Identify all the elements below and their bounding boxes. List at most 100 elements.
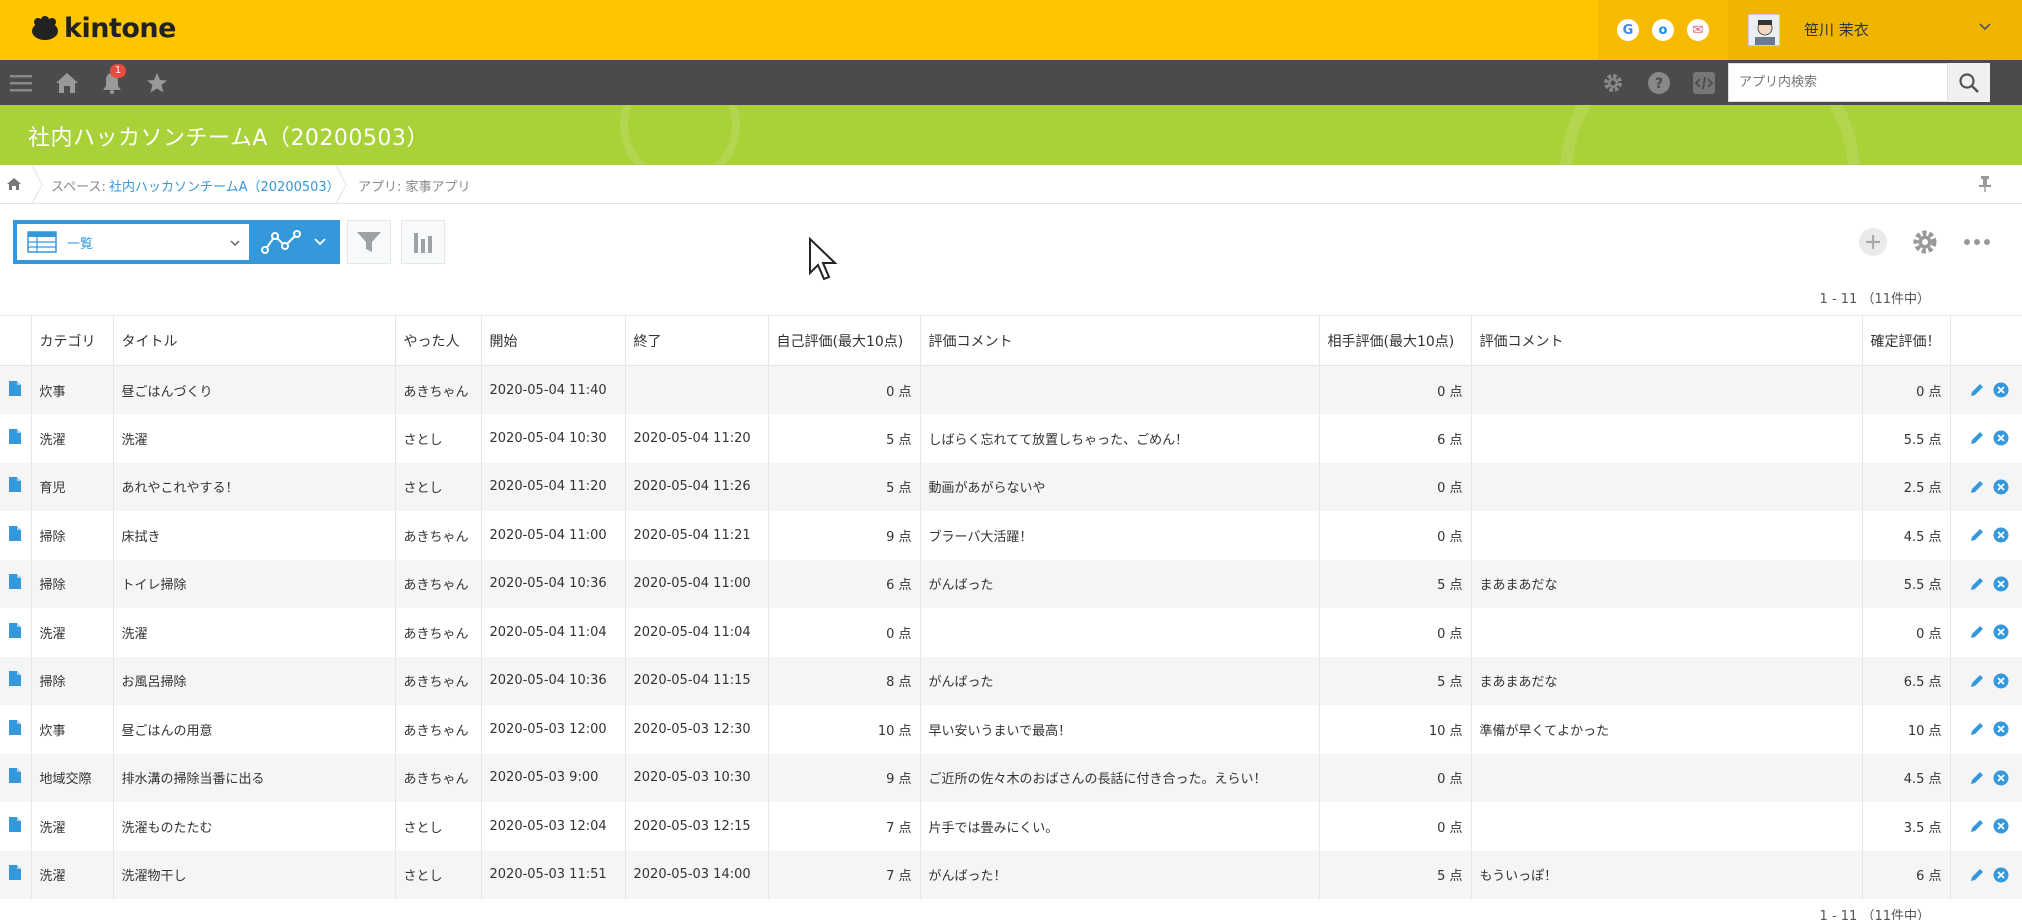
header-partner-score[interactable]: 相手評価(最大10点) — [1319, 315, 1472, 366]
header-self-comment[interactable]: 評価コメント — [920, 315, 1320, 366]
svg-text:?: ? — [1655, 76, 1663, 92]
document-icon[interactable] — [9, 719, 22, 735]
mail-service-icon[interactable]: ✉ — [1687, 19, 1709, 41]
gear-icon[interactable] — [1601, 71, 1625, 95]
delete-icon[interactable] — [1993, 479, 2009, 495]
record-detail-cell[interactable] — [0, 850, 32, 899]
help-icon[interactable]: ? — [1647, 71, 1671, 95]
delete-icon[interactable] — [1993, 527, 2009, 543]
table-row[interactable]: 掃除 お風呂掃除 あきちゃん 2020-05-04 10:36 2020-05-04 1… — [0, 656, 2022, 705]
delete-icon[interactable] — [1993, 576, 2009, 592]
document-icon[interactable] — [9, 525, 22, 541]
document-icon[interactable] — [9, 380, 22, 396]
table-row[interactable]: 地域交際 排水溝の掃除当番に出る あきちゃん 2020-05-03 9:00 2020-… — [0, 753, 2022, 802]
delete-icon[interactable] — [1993, 624, 2009, 640]
record-detail-cell[interactable] — [0, 705, 32, 754]
document-icon[interactable] — [9, 671, 22, 687]
view-selector[interactable]: 一覧 — [13, 220, 253, 264]
header-doer[interactable]: やった人 — [395, 315, 482, 366]
edit-pencil-icon[interactable] — [1969, 382, 1985, 398]
app-settings-icon[interactable] — [1910, 227, 1940, 257]
delete-icon[interactable] — [1993, 430, 2009, 446]
edit-pencil-icon[interactable] — [1969, 818, 1985, 834]
record-detail-cell[interactable] — [0, 802, 32, 851]
edit-pencil-icon[interactable] — [1969, 576, 1985, 592]
add-record-icon[interactable] — [1858, 227, 1888, 257]
header-category[interactable]: カテゴリ — [31, 315, 114, 366]
chevron-down-icon — [1979, 23, 1991, 31]
record-detail-cell[interactable] — [0, 559, 32, 608]
header-title[interactable]: タイトル — [113, 315, 396, 366]
edit-pencil-icon[interactable] — [1969, 867, 1985, 883]
cell-partner-score: 0 点 — [1319, 365, 1472, 414]
edit-pencil-icon[interactable] — [1969, 430, 1985, 446]
graph-summary-button[interactable] — [401, 220, 445, 264]
table-row[interactable]: 洗濯 洗濯ものたたむ さとし 2020-05-03 12:04 2020-05-03 1… — [0, 802, 2022, 851]
table-row[interactable]: 洗濯 洗濯 あきちゃん 2020-05-04 11:04 2020-05-04 11:0… — [0, 608, 2022, 657]
table-row[interactable]: 洗濯 洗濯物干し さとし 2020-05-03 11:51 2020-05-03 14:… — [0, 850, 2022, 899]
cell-partner-score: 0 点 — [1319, 753, 1472, 802]
home-icon[interactable] — [6, 176, 22, 192]
edit-pencil-icon[interactable] — [1969, 479, 1985, 495]
breadcrumb-space-prefix: スペース: — [51, 180, 106, 195]
table-row[interactable]: 掃除 トイレ掃除 あきちゃん 2020-05-04 10:36 2020-05-04 1… — [0, 559, 2022, 608]
record-detail-cell[interactable] — [0, 608, 32, 657]
search-input[interactable] — [1728, 63, 1948, 102]
breadcrumb-space-link[interactable]: 社内ハッカソンチームA（20200503） — [109, 176, 340, 195]
edit-pencil-icon[interactable] — [1969, 527, 1985, 543]
document-icon[interactable] — [9, 622, 22, 638]
table-row[interactable]: 洗濯 洗濯 さとし 2020-05-04 10:30 2020-05-04 11:20 5… — [0, 414, 2022, 463]
edit-pencil-icon[interactable] — [1969, 721, 1985, 737]
graph-button[interactable] — [253, 220, 340, 264]
cell-start: 2020-05-03 9:00 — [481, 753, 626, 802]
record-detail-cell[interactable] — [0, 753, 32, 802]
record-detail-cell[interactable] — [0, 414, 32, 463]
edit-pencil-icon[interactable] — [1969, 770, 1985, 786]
office-service-icon[interactable]: o — [1652, 19, 1674, 41]
document-icon[interactable] — [9, 816, 22, 832]
menu-icon[interactable] — [9, 71, 33, 95]
cell-category: 洗濯 — [31, 608, 114, 657]
header-final-score[interactable]: 確定評価！ — [1862, 315, 1951, 366]
cell-partner-score: 0 点 — [1319, 608, 1472, 657]
edit-pencil-icon[interactable] — [1969, 624, 1985, 640]
table-row[interactable]: 育児 あれやこれやする！ さとし 2020-05-04 11:20 2020-05-04… — [0, 462, 2022, 511]
table-row[interactable]: 炊事 昼ごはんの用意 あきちゃん 2020-05-03 12:00 2020-05-03… — [0, 705, 2022, 754]
star-icon[interactable] — [145, 71, 169, 95]
kintone-logo[interactable]: kintone — [30, 13, 176, 44]
edit-pencil-icon[interactable] — [1969, 673, 1985, 689]
delete-icon[interactable] — [1993, 818, 2009, 834]
banner-decoration — [1560, 105, 1860, 165]
document-icon[interactable] — [9, 574, 22, 590]
record-detail-cell[interactable] — [0, 365, 32, 414]
more-options-icon[interactable] — [1962, 227, 1992, 257]
record-detail-cell[interactable] — [0, 511, 32, 560]
row-actions — [1950, 850, 2022, 899]
document-icon[interactable] — [9, 428, 22, 444]
delete-icon[interactable] — [1993, 867, 2009, 883]
delete-icon[interactable] — [1993, 770, 2009, 786]
table-row[interactable]: 炊事 昼ごはんづくり あきちゃん 2020-05-04 11:40 0 点 0 点 0 点 — [0, 365, 2022, 414]
delete-icon[interactable] — [1993, 382, 2009, 398]
delete-icon[interactable] — [1993, 673, 2009, 689]
home-icon[interactable] — [54, 71, 80, 95]
chevron-down-icon — [230, 240, 240, 247]
search-button[interactable] — [1948, 63, 1990, 102]
pin-icon[interactable] — [1978, 175, 1992, 193]
filter-button[interactable] — [347, 220, 391, 264]
document-icon[interactable] — [9, 477, 22, 493]
record-detail-cell[interactable] — [0, 656, 32, 705]
cell-title: 排水溝の掃除当番に出る — [113, 753, 396, 802]
header-end[interactable]: 終了 — [625, 315, 769, 366]
user-menu[interactable]: 笹川 茉衣 — [1728, 0, 2022, 60]
header-partner-comment[interactable]: 評価コメント — [1471, 315, 1863, 366]
document-icon[interactable] — [9, 768, 22, 784]
header-self-score[interactable]: 自己評価(最大10点) — [768, 315, 921, 366]
header-start[interactable]: 開始 — [481, 315, 626, 366]
record-detail-cell[interactable] — [0, 462, 32, 511]
google-service-icon[interactable]: G — [1617, 19, 1639, 41]
document-icon[interactable] — [9, 865, 22, 881]
table-row[interactable]: 掃除 床拭き あきちゃん 2020-05-04 11:00 2020-05-04 11:… — [0, 511, 2022, 560]
code-icon[interactable] — [1692, 71, 1716, 95]
delete-icon[interactable] — [1993, 721, 2009, 737]
